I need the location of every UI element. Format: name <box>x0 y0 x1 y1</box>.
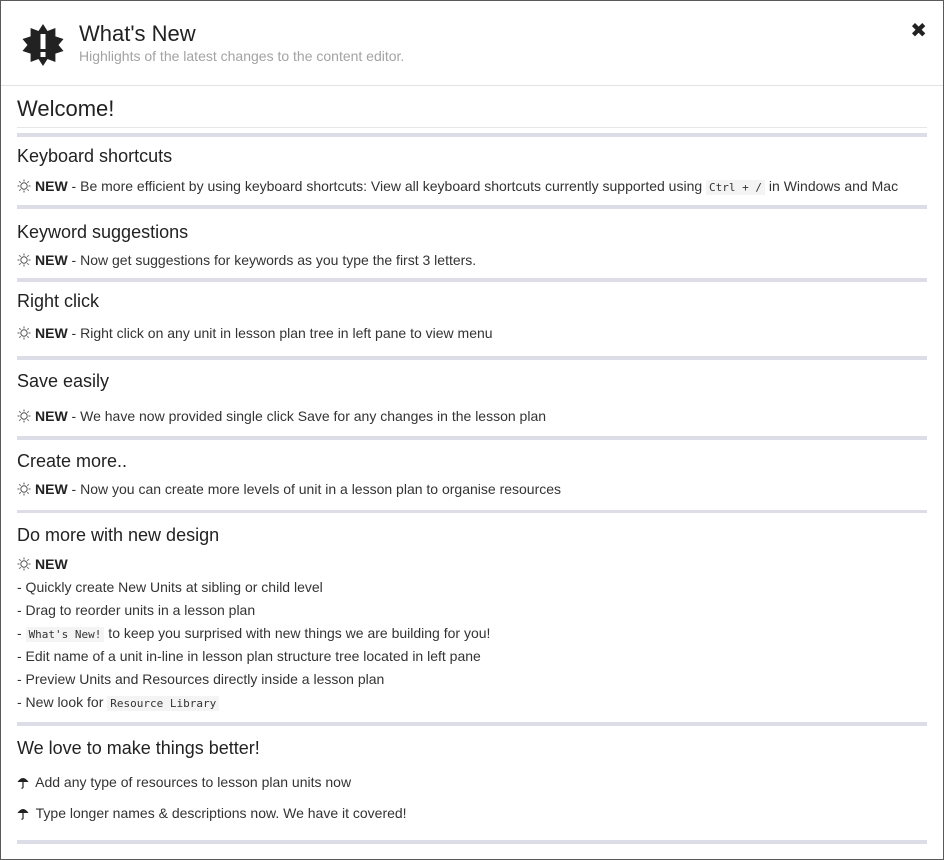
section-divider <box>17 722 927 726</box>
right-click-text: - Right click on any unit in lesson plan… <box>67 325 493 341</box>
sun-icon <box>17 253 31 267</box>
new-label: NEW <box>35 556 68 572</box>
new-label: NEW <box>35 178 68 194</box>
sun-icon <box>17 326 31 340</box>
umbrella-icon <box>17 778 29 789</box>
umbrella-icon <box>17 809 29 820</box>
create-more-text: - Now you can create more levels of unit… <box>67 481 562 497</box>
new-label: NEW <box>35 408 68 424</box>
design-item-3: - What's New! to keep you surprised with… <box>17 625 927 642</box>
new-label: NEW <box>35 325 68 341</box>
new-design-label-line: NEW <box>17 556 927 572</box>
section-divider <box>17 356 927 360</box>
design-item-3-suffix: to keep you surprised with new things we… <box>104 625 491 641</box>
design-item-6: - New look for Resource Library <box>17 694 927 711</box>
dialog-body: Welcome! Keyboard shortcuts NEW - Be mor… <box>1 86 943 844</box>
sun-icon <box>17 179 31 193</box>
section-title-save-easily: Save easily <box>17 371 110 391</box>
right-click-line: NEW - Right click on any unit in lesson … <box>17 325 927 341</box>
whats-new-dialog: What's New Highlights of the latest chan… <box>0 0 944 860</box>
welcome-heading: Welcome! <box>17 86 927 128</box>
section-title-keyword-suggestions: Keyword suggestions <box>17 222 189 242</box>
section-divider <box>17 205 927 209</box>
design-item-5: - Preview Units and Resources directly i… <box>17 671 385 687</box>
new-label: NEW <box>35 481 68 497</box>
make-better-text-1: Add any type of resources to lesson plan… <box>32 774 352 790</box>
whats-new-code: What's New! <box>25 627 105 642</box>
keyword-text: - Now get suggestions for keywords as yo… <box>67 252 477 268</box>
section-title-make-better: We love to make things better! <box>17 738 260 758</box>
section-divider <box>17 840 927 844</box>
keyword-suggestions-line: NEW - Now get suggestions for keywords a… <box>17 252 927 268</box>
dialog-header: What's New Highlights of the latest chan… <box>1 1 943 86</box>
dialog-title: What's New <box>79 21 196 46</box>
section-divider <box>17 278 927 282</box>
keyboard-text-before: - Be more efficient by using keyboard sh… <box>67 178 707 194</box>
ctrl-slash-code: Ctrl + / <box>706 180 766 195</box>
keyboard-text-after: in Windows and Mac <box>765 178 899 194</box>
sun-icon <box>17 557 31 571</box>
design-item-1: - Quickly create New Units at sibling or… <box>17 579 323 595</box>
save-easily-text: - We have now provided single click Save… <box>67 408 547 424</box>
design-item-3-prefix: - <box>17 625 26 641</box>
dialog-subtitle: Highlights of the latest changes to the … <box>79 48 405 64</box>
save-easily-line: NEW - We have now provided single click … <box>17 408 927 424</box>
close-button[interactable]: ✖ <box>910 21 927 41</box>
resource-library-code: Resource Library <box>107 696 220 711</box>
sun-icon <box>17 482 31 496</box>
make-better-item-2: Type longer names & descriptions now. We… <box>17 805 927 821</box>
design-item-4: - Edit name of a unit in-line in lesson … <box>17 648 481 664</box>
section-title-create-more: Create more.. <box>17 451 128 471</box>
sun-icon <box>17 409 31 423</box>
section-title-right-click: Right click <box>17 291 100 311</box>
section-title-keyboard-shortcuts: Keyboard shortcuts <box>17 146 173 166</box>
section-divider <box>17 510 927 513</box>
section-divider <box>17 436 927 440</box>
design-item-2: - Drag to reorder units in a lesson plan <box>17 602 256 618</box>
create-more-line: NEW - Now you can create more levels of … <box>17 481 927 497</box>
design-item-6-prefix: - New look for <box>17 694 108 710</box>
section-divider <box>17 133 927 137</box>
make-better-item-1: Add any type of resources to lesson plan… <box>17 774 927 790</box>
make-better-text-2: Type longer names & descriptions now. We… <box>32 805 407 821</box>
section-title-new-design: Do more with new design <box>17 525 220 545</box>
new-label: NEW <box>35 252 68 268</box>
alert-badge-icon <box>22 24 64 66</box>
keyboard-shortcuts-line: NEW - Be more efficient by using keyboar… <box>17 178 927 195</box>
